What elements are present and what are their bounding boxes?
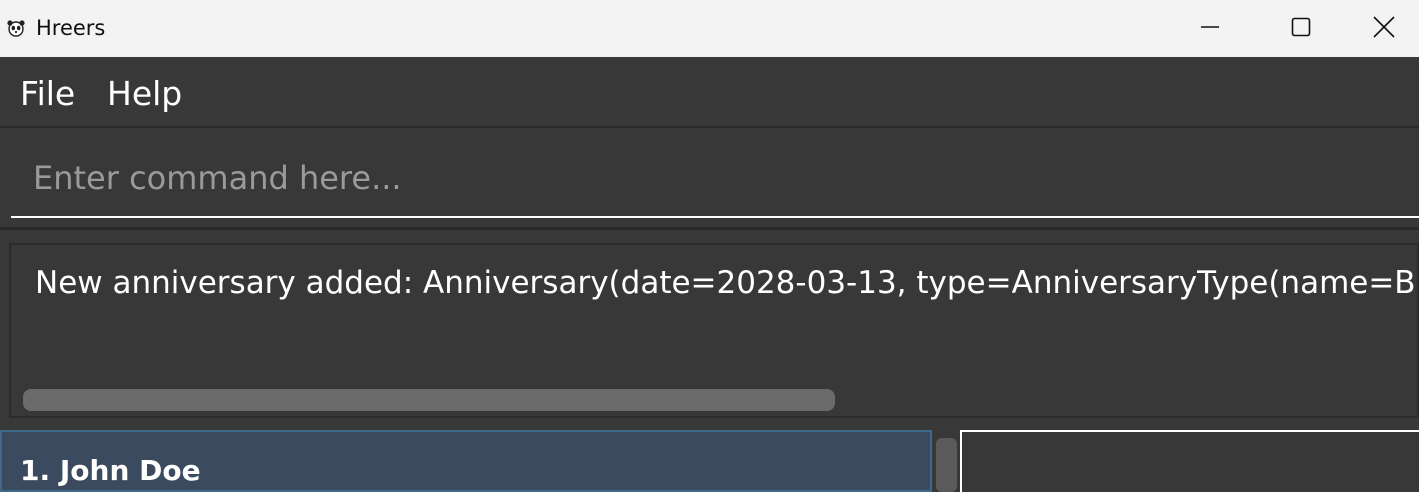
menu-file[interactable]: File — [20, 74, 75, 113]
minimize-icon — [1200, 17, 1220, 41]
close-button[interactable] — [1348, 0, 1419, 57]
maximize-button[interactable] — [1256, 0, 1346, 57]
window-title: Hreers — [36, 16, 106, 40]
menu-help[interactable]: Help — [107, 74, 182, 113]
person-name: 1. John Doe — [20, 454, 201, 487]
minimize-button[interactable] — [1165, 0, 1255, 57]
command-box — [0, 130, 1419, 230]
horizontal-scrollbar[interactable] — [23, 389, 835, 411]
window-titlebar: Hreers — [0, 0, 1419, 57]
list-scrollbar[interactable] — [936, 438, 957, 492]
person-card[interactable]: 1. John Doe — [0, 430, 932, 492]
menu-bar: File Help — [0, 57, 1419, 128]
command-input[interactable] — [11, 140, 1419, 218]
detail-panel — [960, 430, 1419, 492]
result-message: New anniversary added: Anniversary(date=… — [35, 265, 1419, 301]
result-display[interactable]: New anniversary added: Anniversary(date=… — [9, 243, 1419, 418]
panda-icon — [6, 18, 26, 38]
close-icon — [1372, 15, 1395, 42]
maximize-icon — [1291, 17, 1311, 41]
